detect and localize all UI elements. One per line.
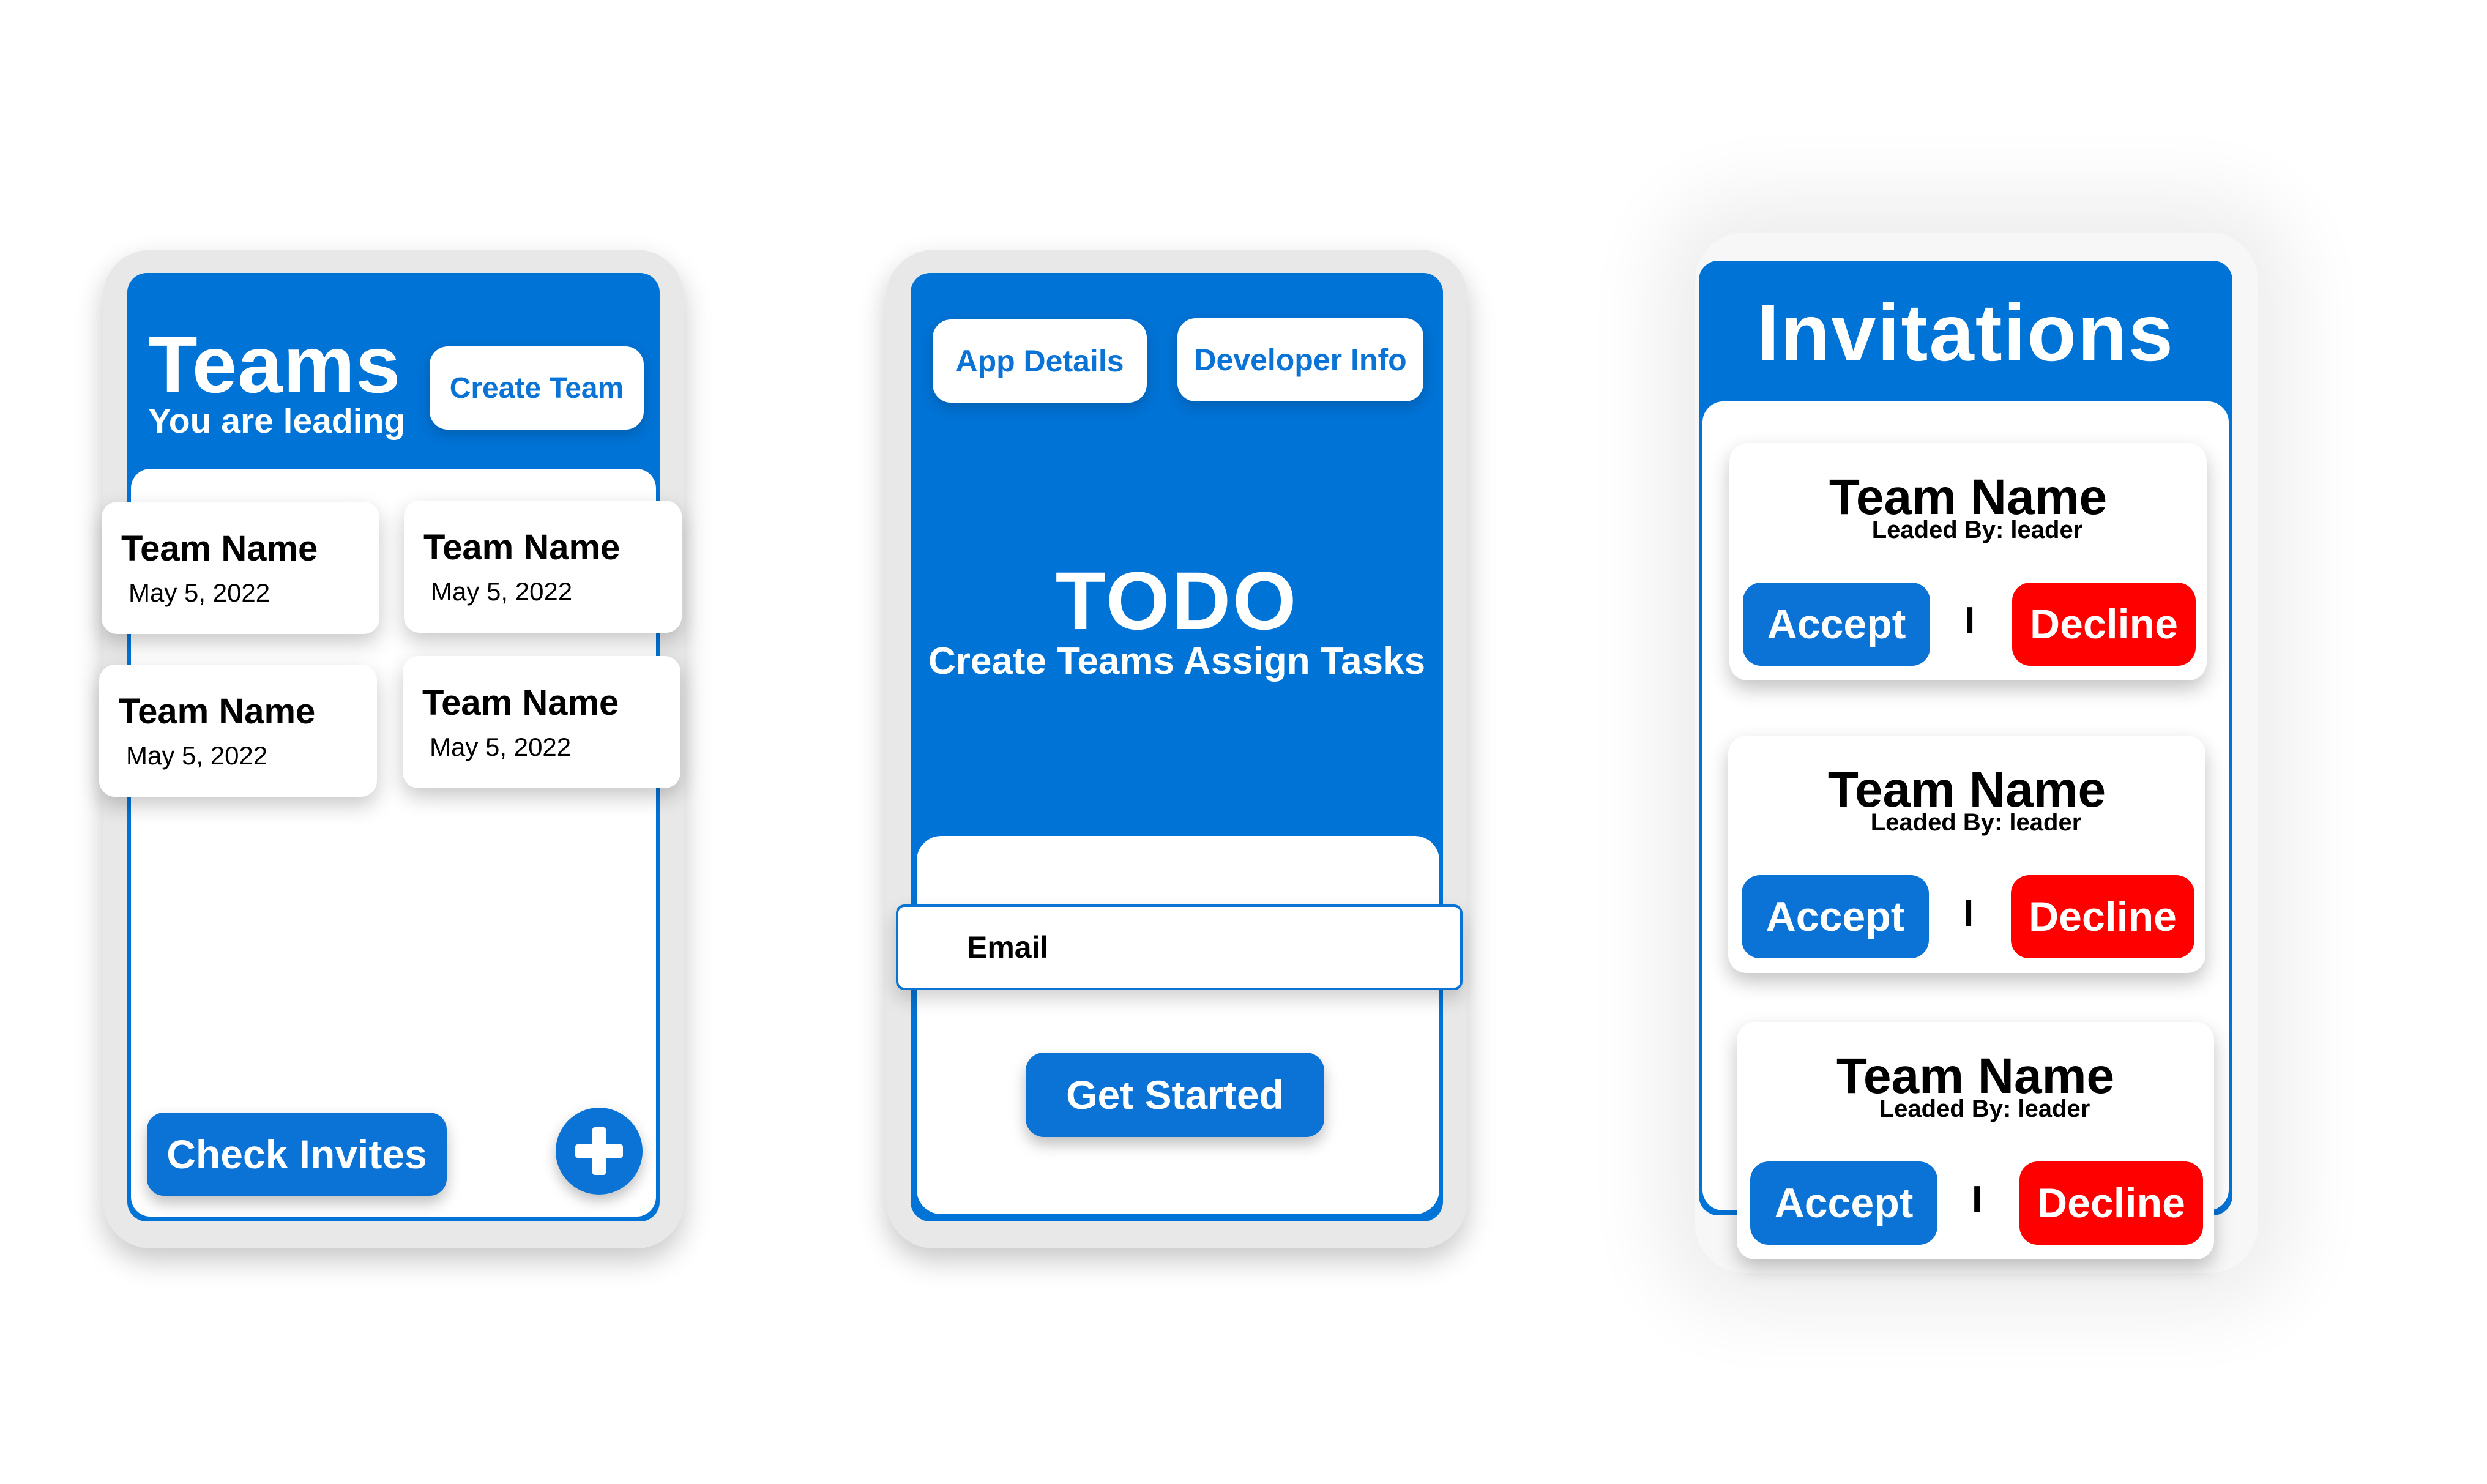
- welcome-content-panel: [917, 836, 1439, 1214]
- button-separator: I: [1963, 892, 1974, 934]
- invite-team-name: Team Name: [1827, 762, 2106, 818]
- team-name: Team Name: [423, 528, 621, 567]
- team-date: May 5, 2022: [126, 741, 268, 770]
- page-title: Teams: [148, 319, 401, 409]
- invite-team-name: Team Name: [1829, 469, 2108, 525]
- app-details-button[interactable]: App Details: [933, 319, 1147, 403]
- email-field[interactable]: [896, 904, 1463, 990]
- invite-leader: Leaded By: leader: [1870, 809, 2082, 836]
- create-team-button[interactable]: Create Team: [430, 346, 644, 430]
- accept-button[interactable]: Accept: [1742, 875, 1929, 958]
- invite-leader: Leaded By: leader: [1871, 516, 2083, 543]
- team-name: Team Name: [121, 529, 318, 569]
- team-date: May 5, 2022: [431, 577, 573, 606]
- get-started-button[interactable]: Get Started: [1026, 1053, 1324, 1137]
- button-separator: I: [1964, 600, 1975, 642]
- invite-team-name: Team Name: [1836, 1048, 2115, 1104]
- decline-button[interactable]: Decline: [2012, 583, 2196, 666]
- page-title: Invitations: [1756, 288, 2175, 378]
- add-team-button[interactable]: [556, 1108, 643, 1195]
- team-card[interactable]: Team Name May 5, 2022: [404, 501, 682, 633]
- invite-card: Team Name Leaded By: leader Accept I Dec…: [1728, 736, 2205, 973]
- app-tagline: Create Teams Assign Tasks: [928, 640, 1426, 682]
- invite-leader: Leaded By: leader: [1879, 1095, 2090, 1122]
- team-date: May 5, 2022: [129, 578, 270, 607]
- invite-card: Team Name Leaded By: leader Accept I Dec…: [1737, 1022, 2214, 1259]
- team-date: May 5, 2022: [430, 733, 572, 761]
- app-title: TODO: [1055, 556, 1299, 647]
- team-name: Team Name: [422, 683, 619, 723]
- page-subtitle: You are leading: [148, 401, 406, 441]
- team-name: Team Name: [119, 692, 316, 731]
- team-card[interactable]: Team Name May 5, 2022: [102, 502, 379, 634]
- invite-card: Team Name Leaded By: leader Accept I Dec…: [1729, 443, 2207, 680]
- check-invites-button[interactable]: Check Invites: [147, 1113, 447, 1196]
- decline-button[interactable]: Decline: [2011, 875, 2194, 958]
- decline-button[interactable]: Decline: [2019, 1161, 2203, 1245]
- button-separator: I: [1972, 1179, 1983, 1221]
- team-card[interactable]: Team Name May 5, 2022: [99, 665, 377, 797]
- accept-button[interactable]: Accept: [1750, 1161, 1937, 1245]
- accept-button[interactable]: Accept: [1743, 583, 1930, 666]
- team-card[interactable]: Team Name May 5, 2022: [403, 656, 680, 788]
- developer-info-button[interactable]: Developer Info: [1177, 318, 1423, 401]
